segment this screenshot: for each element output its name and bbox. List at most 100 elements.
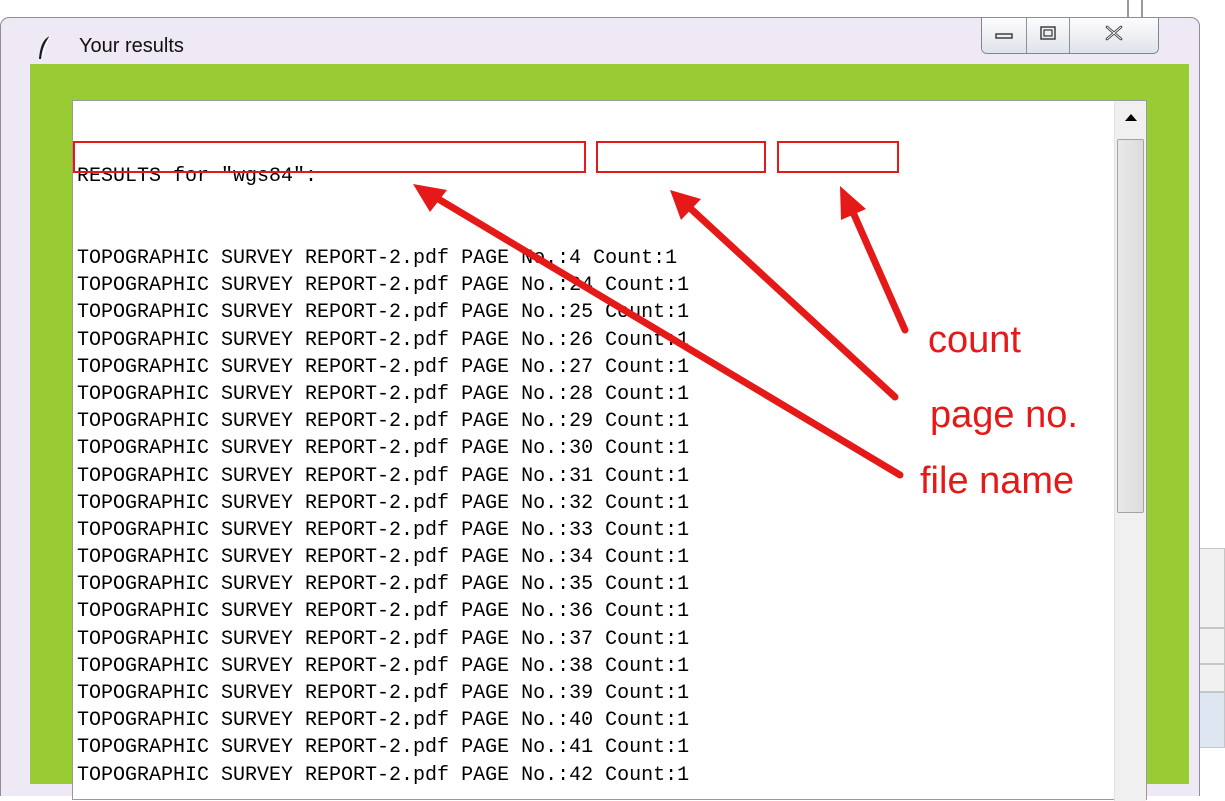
- result-file-name: TOPOGRAPHIC SURVEY REPORT-2.pdf: [77, 682, 450, 705]
- result-row: TOPOGRAPHIC SURVEY REPORT-2.pdf PAGE No.…: [77, 435, 689, 462]
- result-count: Count:1: [605, 355, 690, 379]
- file-name-highlight-box: [73, 141, 586, 173]
- result-file-name: TOPOGRAPHIC SURVEY REPORT-2.pdf: [77, 627, 450, 651]
- result-page-number: PAGE No.:27: [461, 355, 594, 379]
- background-panel: [1196, 548, 1225, 628]
- result-page-number: PAGE No.:36: [461, 600, 594, 624]
- result-row: TOPOGRAPHIC SURVEY REPORT-2.pdf PAGE No.…: [77, 626, 689, 653]
- result-page-number: PAGE No.:41: [461, 736, 594, 760]
- result-count: Count:1: [605, 546, 690, 570]
- page-number-highlight-box: [596, 141, 766, 173]
- result-count: Count:1: [605, 328, 690, 352]
- result-page-number: PAGE No.:28: [461, 382, 594, 406]
- result-file-name: TOPOGRAPHIC SURVEY REPORT-2.pdf: [77, 573, 450, 597]
- results-text: RESULTS for "wgs84": TOPOGRAPHIC SURVEY …: [77, 109, 689, 789]
- result-page-number: PAGE No.:33: [461, 518, 594, 542]
- result-page-number: PAGE No.:25: [461, 301, 594, 325]
- result-file-name: TOPOGRAPHIC SURVEY REPORT-2.pdf: [77, 736, 450, 760]
- result-row: TOPOGRAPHIC SURVEY REPORT-2.pdf PAGE No.…: [77, 707, 689, 734]
- result-page-number: PAGE No.:35: [461, 573, 594, 597]
- result-count: Count:1: [605, 274, 690, 298]
- result-row: TOPOGRAPHIC SURVEY REPORT-2.pdf PAGE No.…: [77, 381, 689, 408]
- minimize-icon: [995, 26, 1013, 44]
- result-row: TOPOGRAPHIC SURVEY REPORT-2.pdf PAGE No.…: [77, 299, 689, 326]
- result-row: TOPOGRAPHIC SURVEY REPORT-2.pdf PAGE No.…: [77, 680, 689, 707]
- result-count: Count:1: [605, 437, 690, 461]
- result-file-name: TOPOGRAPHIC SURVEY REPORT-2.pdf: [77, 410, 450, 434]
- result-page-number: PAGE No.:34: [461, 546, 594, 570]
- result-row: TOPOGRAPHIC SURVEY REPORT-2.pdf PAGE No.…: [77, 734, 689, 761]
- result-count: Count:1: [605, 709, 690, 733]
- feather-icon: [37, 35, 53, 61]
- result-page-number: PAGE No.:4: [461, 247, 582, 270]
- result-page-number: PAGE No.:26: [461, 328, 594, 352]
- count-annotation-label: count: [928, 319, 1021, 361]
- result-row: TOPOGRAPHIC SURVEY REPORT-2.pdf PAGE No.…: [77, 544, 689, 571]
- result-count: Count:1: [605, 682, 690, 705]
- close-icon: [1105, 25, 1123, 46]
- scroll-thumb[interactable]: [1117, 139, 1144, 513]
- result-file-name: TOPOGRAPHIC SURVEY REPORT-2.pdf: [77, 355, 450, 379]
- result-page-number: PAGE No.:38: [461, 654, 594, 678]
- window-title: Your results: [79, 35, 184, 57]
- scroll-up-arrow-icon: [1124, 109, 1138, 127]
- result-file-name: TOPOGRAPHIC SURVEY REPORT-2.pdf: [77, 491, 450, 515]
- result-page-number: PAGE No.:37: [461, 627, 594, 651]
- result-file-name: TOPOGRAPHIC SURVEY REPORT-2.pdf: [77, 328, 450, 352]
- result-count: Count:1: [605, 763, 690, 787]
- result-row: TOPOGRAPHIC SURVEY REPORT-2.pdf PAGE No.…: [77, 598, 689, 625]
- result-count: Count:1: [605, 627, 690, 651]
- result-file-name: TOPOGRAPHIC SURVEY REPORT-2.pdf: [77, 464, 450, 488]
- result-row: TOPOGRAPHIC SURVEY REPORT-2.pdf PAGE No.…: [77, 327, 689, 354]
- result-file-name: TOPOGRAPHIC SURVEY REPORT-2.pdf: [77, 247, 450, 270]
- result-count: Count:1: [605, 464, 690, 488]
- result-page-number: PAGE No.:29: [461, 410, 594, 434]
- result-count: Count:1: [605, 600, 690, 624]
- result-file-name: TOPOGRAPHIC SURVEY REPORT-2.pdf: [77, 654, 450, 678]
- result-file-name: TOPOGRAPHIC SURVEY REPORT-2.pdf: [77, 709, 450, 733]
- close-button[interactable]: [1070, 18, 1158, 53]
- result-file-name: TOPOGRAPHIC SURVEY REPORT-2.pdf: [77, 763, 450, 787]
- result-count: Count:1: [605, 491, 690, 515]
- result-row: TOPOGRAPHIC SURVEY REPORT-2.pdf PAGE No.…: [77, 354, 689, 381]
- result-count: Count:1: [605, 382, 690, 406]
- background-window-edge: [1141, 0, 1143, 17]
- page-annotation-label: page no.: [930, 394, 1078, 436]
- background-panel: [1196, 664, 1225, 692]
- result-file-name: TOPOGRAPHIC SURVEY REPORT-2.pdf: [77, 600, 450, 624]
- result-count: Count:1: [605, 518, 690, 542]
- result-count: Count:1: [605, 736, 690, 760]
- result-row: TOPOGRAPHIC SURVEY REPORT-2.pdf PAGE No.…: [77, 272, 689, 299]
- background-panel: [1196, 692, 1225, 748]
- result-count: Count:1: [605, 573, 690, 597]
- result-row: TOPOGRAPHIC SURVEY REPORT-2.pdf PAGE No.…: [77, 653, 689, 680]
- maximize-icon: [1040, 25, 1056, 45]
- file-annotation-label: file name: [920, 460, 1075, 502]
- result-file-name: TOPOGRAPHIC SURVEY REPORT-2.pdf: [77, 301, 450, 325]
- result-page-number: PAGE No.:31: [461, 464, 594, 488]
- result-page-number: PAGE No.:42: [461, 763, 594, 787]
- result-page-number: PAGE No.:30: [461, 437, 594, 461]
- minimize-button[interactable]: [982, 18, 1027, 53]
- window-controls: [981, 18, 1159, 54]
- result-row: TOPOGRAPHIC SURVEY REPORT-2.pdf PAGE No.…: [77, 463, 689, 490]
- results-textbox[interactable]: RESULTS for "wgs84": TOPOGRAPHIC SURVEY …: [72, 100, 1147, 800]
- result-count: Count:1: [605, 654, 690, 678]
- result-row: TOPOGRAPHIC SURVEY REPORT-2.pdf PAGE No.…: [77, 245, 689, 272]
- maximize-button[interactable]: [1027, 18, 1070, 53]
- result-page-number: PAGE No.:24: [461, 274, 594, 298]
- result-count: Count:1: [605, 410, 690, 434]
- result-page-number: PAGE No.:40: [461, 709, 594, 733]
- result-file-name: TOPOGRAPHIC SURVEY REPORT-2.pdf: [77, 546, 450, 570]
- result-file-name: TOPOGRAPHIC SURVEY REPORT-2.pdf: [77, 382, 450, 406]
- scroll-up-button[interactable]: [1115, 101, 1146, 135]
- result-file-name: TOPOGRAPHIC SURVEY REPORT-2.pdf: [77, 518, 450, 542]
- vertical-scrollbar[interactable]: [1114, 101, 1146, 801]
- background-field: [1196, 628, 1225, 664]
- result-row: TOPOGRAPHIC SURVEY REPORT-2.pdf PAGE No.…: [77, 408, 689, 435]
- result-file-name: TOPOGRAPHIC SURVEY REPORT-2.pdf: [77, 274, 450, 298]
- result-file-name: TOPOGRAPHIC SURVEY REPORT-2.pdf: [77, 437, 450, 461]
- background-window-edge: [1127, 0, 1129, 17]
- result-row: TOPOGRAPHIC SURVEY REPORT-2.pdf PAGE No.…: [77, 762, 689, 789]
- result-row: TOPOGRAPHIC SURVEY REPORT-2.pdf PAGE No.…: [77, 490, 689, 517]
